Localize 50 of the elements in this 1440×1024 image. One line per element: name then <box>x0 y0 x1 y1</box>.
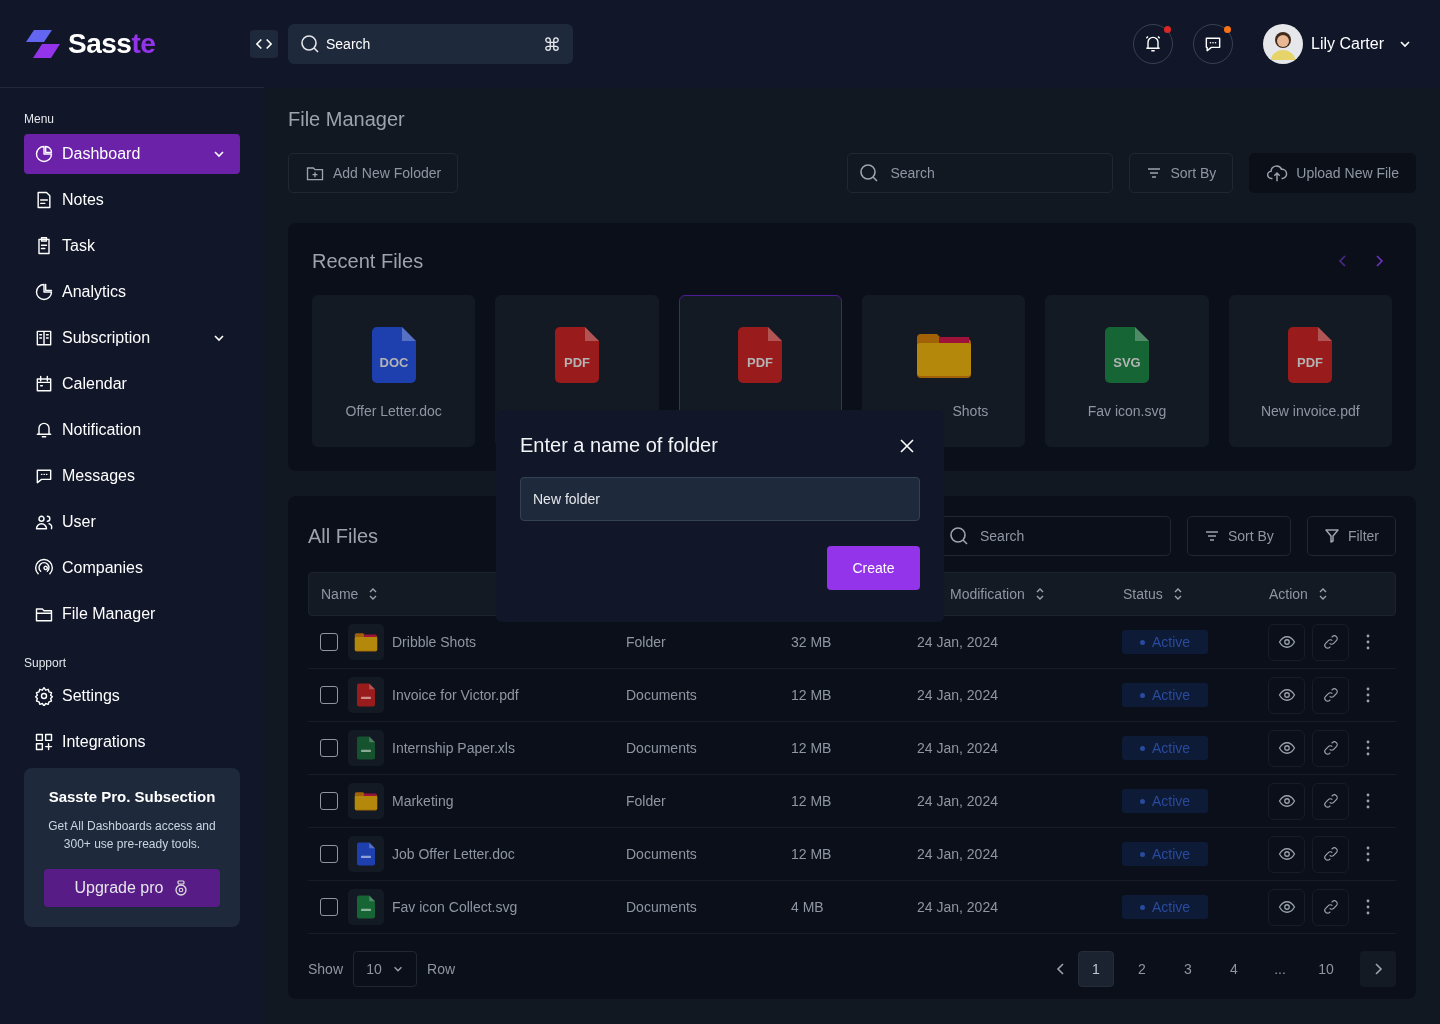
table-cell-text: Documents <box>626 899 698 915</box>
file-name: Invoice for Victor.pdf <box>392 687 519 703</box>
row-label: Row <box>427 961 456 977</box>
document-icon: SVG <box>1104 327 1149 383</box>
file-name: Dribble Shots <box>392 634 477 650</box>
table-cell-text: Documents <box>626 846 698 862</box>
document-icon: DOC <box>371 327 416 383</box>
status-badge: Active <box>1122 895 1209 919</box>
section-title: All Files <box>308 524 378 548</box>
status-badge: Active <box>1122 683 1209 707</box>
table-cell-text: 4 MB <box>791 899 825 915</box>
show-label: Show <box>308 961 344 977</box>
file-name: Offer Letter.doc <box>345 403 442 419</box>
promo-text: Get All Dashboards access and 300+ use pre-ready tools. <box>47 818 217 853</box>
file-name: Marketing <box>392 793 454 809</box>
table-cell-text: 32 MB <box>791 634 833 650</box>
section-title: Recent Files <box>312 249 424 273</box>
table-cell-text: Documents <box>626 740 698 756</box>
table-cell-text: 24 Jan, 2024 <box>917 846 999 862</box>
status-badge: Active <box>1122 630 1209 654</box>
table-cell-text: 12 MB <box>791 793 833 809</box>
table-cell-text: 24 Jan, 2024 <box>917 899 999 915</box>
table-cell-text: 24 Jan, 2024 <box>917 793 999 809</box>
promo-title: Sasste Pro. Subsection <box>47 788 217 805</box>
file-name: Internship Paper.xls <box>392 740 515 756</box>
logo-text: Sasste <box>68 27 156 60</box>
document-icon: PDF <box>1288 327 1333 383</box>
file-name: Fav icon Collect.svg <box>392 899 518 915</box>
table-cell-text: 24 Jan, 2024 <box>917 740 999 756</box>
file-name: New invoice.pdf <box>1260 403 1360 419</box>
table-cell-text: 12 MB <box>791 846 833 862</box>
document-icon: PDF <box>738 327 783 383</box>
table-cell-text: Documents <box>626 687 698 703</box>
status-badge: Active <box>1122 842 1209 866</box>
page-title: File Manager <box>288 108 406 131</box>
status-badge: Active <box>1122 789 1209 813</box>
file-name: Shots <box>952 403 989 419</box>
table-cell-text: 24 Jan, 2024 <box>917 687 999 703</box>
document-icon: PDF <box>555 327 599 383</box>
table-cell-text: 12 MB <box>791 740 833 756</box>
file-name: Job Offer Letter.doc <box>392 846 515 862</box>
table-cell-text: Folder <box>626 634 667 650</box>
section-heading: Menu <box>24 112 56 126</box>
file-name: Fav icon.svg <box>1087 403 1167 419</box>
table-cell-text: 12 MB <box>791 687 833 703</box>
table-cell-text: Folder <box>626 793 667 809</box>
table-cell-text: 24 Jan, 2024 <box>917 634 999 650</box>
section-heading: Support <box>24 656 68 670</box>
shortcut-key: ⌘ <box>543 33 561 55</box>
status-badge: Active <box>1122 736 1209 760</box>
